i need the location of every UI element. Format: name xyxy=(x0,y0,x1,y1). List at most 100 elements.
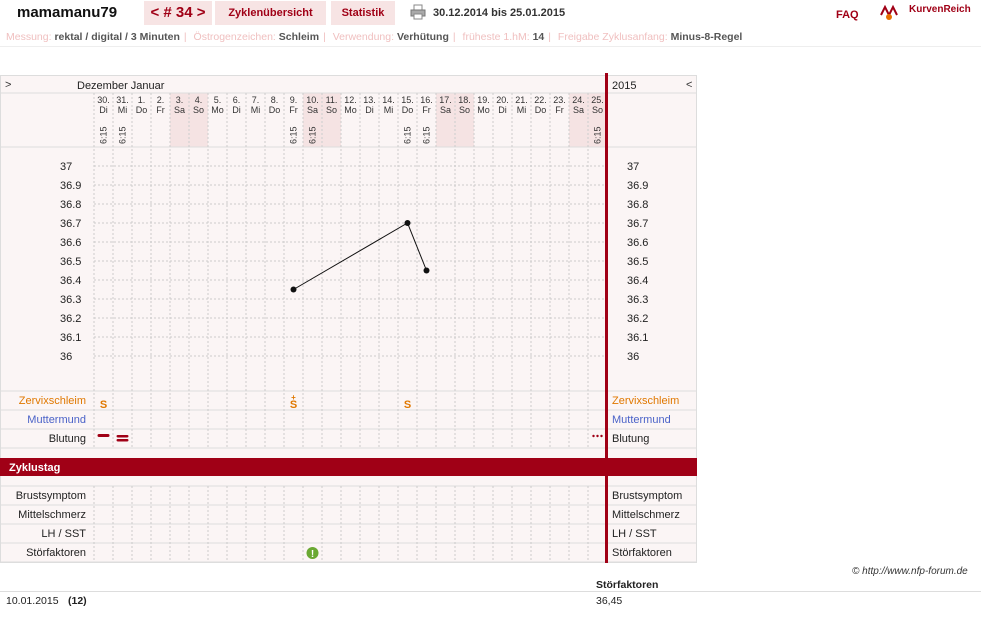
blutung-label: Blutung xyxy=(48,433,86,445)
y-tick-label-right: 37 xyxy=(627,161,639,173)
day-weekday: Mo xyxy=(344,105,357,115)
day-date: 13. xyxy=(363,95,376,105)
month-labels: Dezember Januar xyxy=(77,80,165,92)
day-weekday: Mi xyxy=(251,105,261,115)
footer-divider xyxy=(0,591,981,592)
day-date: 1. xyxy=(138,95,146,105)
muttermund-label: Muttermund xyxy=(27,414,86,426)
y-tick-label-right: 36.7 xyxy=(627,218,648,230)
zervix-mark: S xyxy=(404,399,411,411)
footer-cycle-day: (12) xyxy=(68,595,87,607)
zervix-mark: S xyxy=(100,399,107,411)
day-weekday: Do xyxy=(136,105,148,115)
temperature-point xyxy=(290,286,297,293)
day-weekday: Sa xyxy=(174,105,185,115)
day-weekday: So xyxy=(193,105,204,115)
y-tick-label-right: 36.8 xyxy=(627,199,648,211)
day-weekday: Sa xyxy=(307,105,318,115)
blutung-mark xyxy=(97,434,110,437)
day-weekday: Di xyxy=(232,105,241,115)
day-weekday: Di xyxy=(365,105,374,115)
lh-label: LH / SST xyxy=(41,528,86,540)
measure-time: 6:15 xyxy=(422,126,432,144)
measure-time: 6:15 xyxy=(99,126,109,144)
muttermund-label-right: Muttermund xyxy=(612,414,671,426)
day-weekday: Di xyxy=(99,105,108,115)
day-weekday: Sa xyxy=(573,105,584,115)
blutung-mark xyxy=(596,434,599,438)
day-date: 30. xyxy=(97,95,110,105)
y-tick-label-right: 36.4 xyxy=(627,275,648,287)
y-tick-label-right: 36.9 xyxy=(627,180,648,192)
blutung-label-right: Blutung xyxy=(612,433,650,445)
day-date: 31. xyxy=(116,95,129,105)
blutung-mark xyxy=(116,439,129,442)
temperature-point xyxy=(423,267,430,274)
mittel-label-right: Mittelschmerz xyxy=(612,509,680,521)
day-date: 16. xyxy=(420,95,433,105)
next-cycle-arrow[interactable]: < xyxy=(686,79,692,91)
day-date: 2. xyxy=(157,95,165,105)
day-weekday: Do xyxy=(402,105,414,115)
day-date: 23. xyxy=(553,95,566,105)
day-weekday: Fr xyxy=(156,105,165,115)
zervix-plus: + xyxy=(291,393,296,402)
cycle-end-divider xyxy=(605,73,608,563)
blutung-mark xyxy=(592,434,595,438)
measure-time: 6:15 xyxy=(308,126,318,144)
stoer-label-right: Störfaktoren xyxy=(612,547,672,559)
y-tick-label: 36.4 xyxy=(60,275,81,287)
y-tick-label: 36.6 xyxy=(60,237,81,249)
day-weekday: Mo xyxy=(477,105,490,115)
y-tick-label: 37 xyxy=(60,161,72,173)
day-date: 17. xyxy=(439,95,452,105)
y-tick-label-right: 36.1 xyxy=(627,332,648,344)
y-tick-label: 36.7 xyxy=(60,218,81,230)
zyklustag-label: Zyklustag xyxy=(9,462,61,474)
day-date: 9. xyxy=(290,95,298,105)
day-date: 15. xyxy=(401,95,414,105)
y-tick-label: 36 xyxy=(60,351,72,363)
prev-cycle-arrow[interactable]: > xyxy=(5,79,11,91)
blutung-mark xyxy=(116,435,129,438)
day-date: 12. xyxy=(344,95,357,105)
y-tick-label: 36.1 xyxy=(60,332,81,344)
y-tick-label: 36.3 xyxy=(60,294,81,306)
day-date: 10. xyxy=(306,95,319,105)
footer-value: 36,45 xyxy=(596,595,623,607)
y-tick-label-right: 36.5 xyxy=(627,256,648,268)
y-tick-label-right: 36 xyxy=(627,351,639,363)
day-weekday: So xyxy=(459,105,470,115)
brust-label-right: Brustsymptom xyxy=(612,490,683,502)
day-weekday: So xyxy=(326,105,337,115)
y-tick-label-right: 36.6 xyxy=(627,237,648,249)
temperature-point xyxy=(404,220,411,226)
day-date: 25. xyxy=(591,95,604,105)
year-label: 2015 xyxy=(612,80,637,92)
day-date: 4. xyxy=(195,95,203,105)
y-tick-label-right: 36.3 xyxy=(627,294,648,306)
y-tick-label: 36.2 xyxy=(60,313,81,325)
day-weekday: Do xyxy=(269,105,281,115)
day-date: 7. xyxy=(252,95,260,105)
day-date: 11. xyxy=(326,95,338,105)
day-weekday: Mi xyxy=(118,105,128,115)
zervix-label-right: Zervixschleim xyxy=(612,395,680,407)
brust-label: Brustsymptom xyxy=(15,490,86,502)
lh-label-right: LH / SST xyxy=(612,528,657,540)
mittel-label: Mittelschmerz xyxy=(18,509,86,521)
day-weekday: Mo xyxy=(211,105,224,115)
footer-label: Störfaktoren xyxy=(596,579,659,591)
warning-icon-glyph: ! xyxy=(311,549,314,560)
day-weekday: So xyxy=(592,105,603,115)
day-weekday: Mi xyxy=(517,105,527,115)
day-weekday: Sa xyxy=(440,105,451,115)
day-date: 24. xyxy=(572,95,585,105)
day-weekday: Mi xyxy=(384,105,394,115)
y-tick-label: 36.9 xyxy=(60,180,81,192)
y-tick-label: 36.5 xyxy=(60,256,81,268)
credit-link[interactable]: © http://www.nfp-forum.de xyxy=(852,566,968,577)
measure-time: 6:15 xyxy=(403,126,413,144)
day-date: 6. xyxy=(233,95,241,105)
stoer-label: Störfaktoren xyxy=(26,547,86,559)
